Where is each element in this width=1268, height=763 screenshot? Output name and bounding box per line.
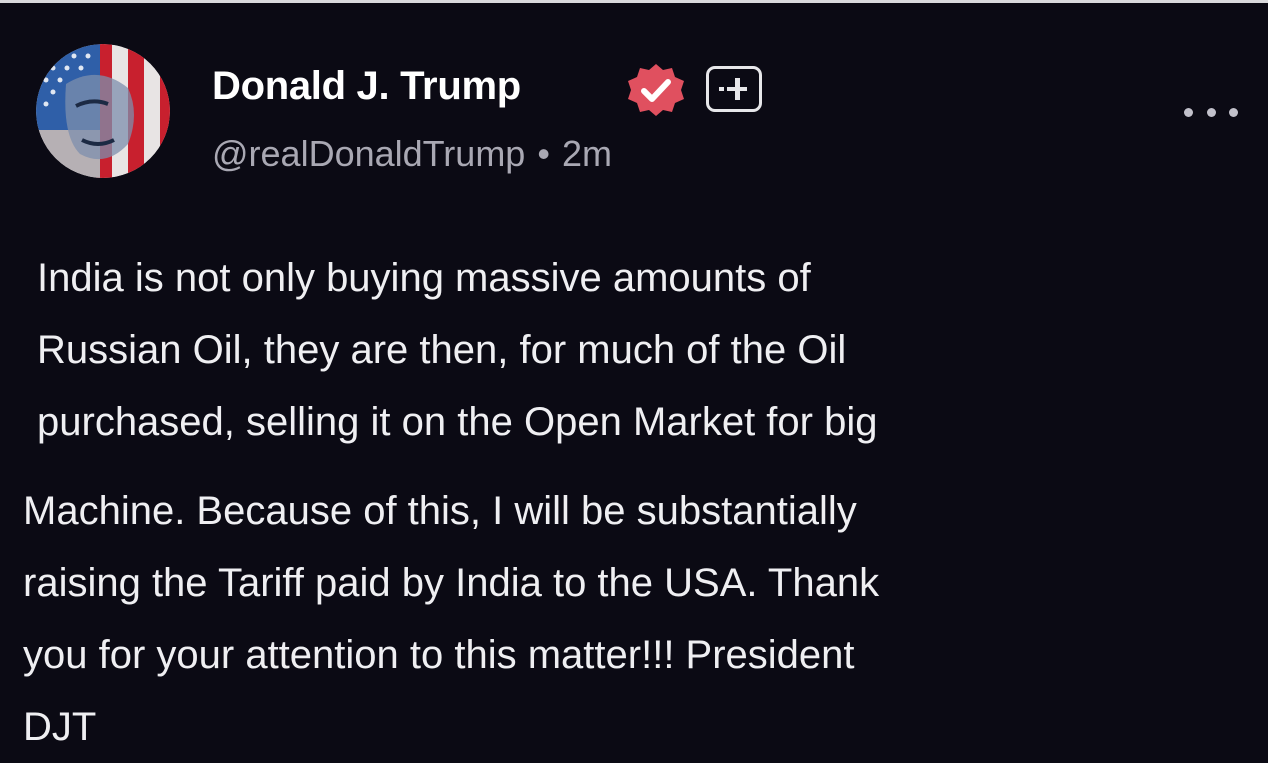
more-dot: [1206, 107, 1216, 117]
author-name[interactable]: Donald J. Trump: [212, 64, 521, 109]
post-card: Donald J. Trump @realDonaldTrump • 2m Indi…: [0, 0, 1268, 754]
post-body-line: India is not only buying massive amounts…: [37, 256, 811, 300]
post-body-line: Machine. Because of this, I will be subs…: [23, 489, 857, 533]
more-dot: [1184, 107, 1193, 117]
post-body-paragraph-1: India is not only buying massive amounts…: [37, 242, 877, 458]
post-body-line: Russian Oil, they are then, for much of …: [37, 328, 847, 372]
post-body-line: you for your attention to this matter!!!…: [23, 633, 855, 677]
plus-badge-icon: [706, 66, 762, 112]
post-body-line: raising the Tariff paid by India to the …: [23, 561, 880, 605]
author-meta: @realDonaldTrump • 2m: [212, 133, 612, 175]
author-handle[interactable]: @realDonaldTrump: [212, 133, 525, 174]
post-body-line: purchased, selling it on the Open Market…: [37, 400, 878, 444]
verified-check-icon: [625, 62, 687, 118]
post-body-line: DJT: [23, 705, 97, 749]
post-timestamp[interactable]: 2m: [562, 133, 612, 174]
more-dot: [1229, 107, 1238, 117]
more-options-icon[interactable]: [1184, 100, 1238, 124]
post-body-paragraph-2: Machine. Because of this, I will be subs…: [23, 475, 879, 763]
meta-separator: •: [537, 133, 550, 174]
author-avatar[interactable]: [36, 44, 170, 178]
flag-portrait-avatar-image: [36, 44, 170, 178]
